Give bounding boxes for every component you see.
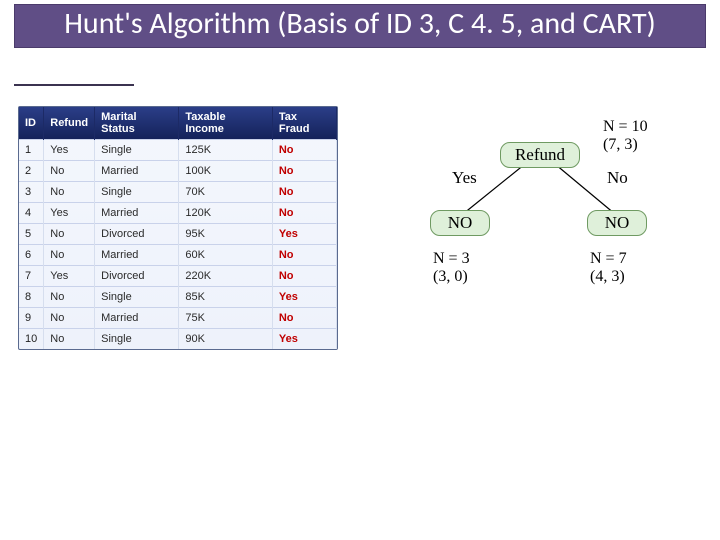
table-row: 8NoSingle85KYes xyxy=(19,287,337,308)
col-refund: Refund xyxy=(44,107,95,140)
root-node: Refund xyxy=(500,142,580,168)
leaf-node-right: NO xyxy=(587,210,647,236)
cell-id: 3 xyxy=(19,182,44,203)
cell-refund: Yes xyxy=(44,140,95,161)
cell-income: 85K xyxy=(179,287,272,308)
cell-refund: Yes xyxy=(44,203,95,224)
table-header-row: ID Refund Marital Status Taxable Income … xyxy=(19,107,337,140)
cell-id: 5 xyxy=(19,224,44,245)
cell-marital: Married xyxy=(95,245,179,266)
cell-id: 4 xyxy=(19,203,44,224)
table-row: 7YesDivorced220KNo xyxy=(19,266,337,287)
cell-income: 90K xyxy=(179,329,272,350)
cell-fraud: Yes xyxy=(272,287,336,308)
data-table: ID Refund Marital Status Taxable Income … xyxy=(19,107,337,349)
cell-refund: No xyxy=(44,329,95,350)
col-income: Taxable Income xyxy=(179,107,272,140)
cell-fraud: No xyxy=(272,182,336,203)
edge-label-no: No xyxy=(607,168,628,188)
training-data-table: ID Refund Marital Status Taxable Income … xyxy=(18,106,338,350)
cell-refund: No xyxy=(44,308,95,329)
cell-id: 10 xyxy=(19,329,44,350)
cell-fraud: No xyxy=(272,245,336,266)
cell-refund: No xyxy=(44,287,95,308)
cell-id: 7 xyxy=(19,266,44,287)
edge-label-yes: Yes xyxy=(452,168,477,188)
leaf-left-stats-split: (3, 0) xyxy=(433,268,468,285)
col-id: ID xyxy=(19,107,44,140)
cell-id: 6 xyxy=(19,245,44,266)
cell-fraud: Yes xyxy=(272,224,336,245)
cell-refund: No xyxy=(44,161,95,182)
cell-id: 1 xyxy=(19,140,44,161)
cell-fraud: No xyxy=(272,140,336,161)
cell-fraud: No xyxy=(272,308,336,329)
root-stats-n: N = 10 xyxy=(603,118,648,135)
cell-income: 70K xyxy=(179,182,272,203)
table-row: 1YesSingle125KNo xyxy=(19,140,337,161)
cell-marital: Divorced xyxy=(95,224,179,245)
table-row: 2NoMarried100KNo xyxy=(19,161,337,182)
root-node-label: Refund xyxy=(515,145,565,164)
cell-marital: Married xyxy=(95,161,179,182)
cell-refund: Yes xyxy=(44,266,95,287)
leaf-left-label: NO xyxy=(448,213,473,232)
cell-id: 8 xyxy=(19,287,44,308)
cell-fraud: No xyxy=(272,203,336,224)
cell-marital: Divorced xyxy=(95,266,179,287)
cell-refund: No xyxy=(44,182,95,203)
col-marital: Marital Status xyxy=(95,107,179,140)
cell-id: 9 xyxy=(19,308,44,329)
cell-fraud: No xyxy=(272,266,336,287)
cell-income: 120K xyxy=(179,203,272,224)
slide-title-bar: Hunt's Algorithm (Basis of ID 3, C 4. 5,… xyxy=(14,4,706,48)
cell-refund: No xyxy=(44,245,95,266)
table-row: 9NoMarried75KNo xyxy=(19,308,337,329)
cell-marital: Married xyxy=(95,203,179,224)
decision-tree: N = 10 (7, 3) Refund Yes No NO NO N = 3 … xyxy=(375,110,705,370)
leaf-right-stats: N = 7 (4, 3) xyxy=(590,250,680,286)
cell-income: 125K xyxy=(179,140,272,161)
leaf-right-stats-split: (4, 3) xyxy=(590,268,625,285)
leaf-right-stats-n: N = 7 xyxy=(590,250,627,267)
table-row: 3NoSingle70KNo xyxy=(19,182,337,203)
leaf-left-stats-n: N = 3 xyxy=(433,250,470,267)
table-row: 6NoMarried60KNo xyxy=(19,245,337,266)
cell-income: 75K xyxy=(179,308,272,329)
cell-fraud: No xyxy=(272,161,336,182)
table-row: 4YesMarried120KNo xyxy=(19,203,337,224)
cell-income: 95K xyxy=(179,224,272,245)
root-stats-split: (7, 3) xyxy=(603,136,638,153)
cell-marital: Single xyxy=(95,329,179,350)
table-row: 10NoSingle90KYes xyxy=(19,329,337,350)
cell-id: 2 xyxy=(19,161,44,182)
table-row: 5NoDivorced95KYes xyxy=(19,224,337,245)
cell-income: 220K xyxy=(179,266,272,287)
root-node-stats: N = 10 (7, 3) xyxy=(603,118,648,154)
cell-income: 60K xyxy=(179,245,272,266)
leaf-left-stats: N = 3 (3, 0) xyxy=(433,250,523,286)
cell-fraud: Yes xyxy=(272,329,336,350)
slide-title: Hunt's Algorithm (Basis of ID 3, C 4. 5,… xyxy=(23,7,697,41)
cell-refund: No xyxy=(44,224,95,245)
col-fraud: Tax Fraud xyxy=(272,107,336,140)
leaf-right-label: NO xyxy=(605,213,630,232)
cell-marital: Single xyxy=(95,182,179,203)
leaf-node-left: NO xyxy=(430,210,490,236)
title-underline xyxy=(14,84,134,86)
cell-marital: Married xyxy=(95,308,179,329)
cell-income: 100K xyxy=(179,161,272,182)
cell-marital: Single xyxy=(95,140,179,161)
cell-marital: Single xyxy=(95,287,179,308)
